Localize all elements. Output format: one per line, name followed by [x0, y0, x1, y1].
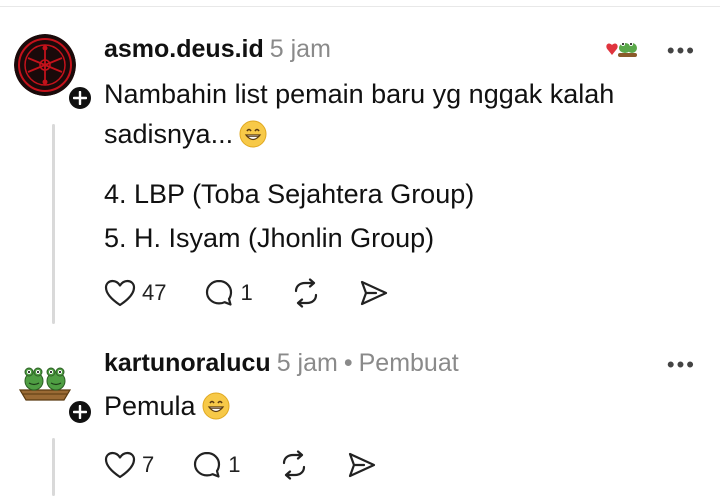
- heart-icon: [104, 451, 136, 479]
- send-icon: [360, 280, 387, 306]
- repost-icon: [282, 450, 305, 480]
- repost-button[interactable]: [279, 450, 309, 480]
- action-bar: 47 1: [104, 278, 427, 308]
- top-divider: [0, 6, 720, 7]
- reply-bubble-icon: [194, 451, 221, 478]
- like-count: 47: [142, 280, 167, 305]
- like-count: 7: [142, 452, 155, 477]
- list-item: 4. LBP (Toba Sejahtera Group): [104, 179, 475, 209]
- author-badge: Pembuat: [358, 349, 459, 377]
- repost-icon: [294, 278, 317, 308]
- grinning-emoji-icon: [202, 392, 230, 420]
- action-bar: 7 1: [104, 450, 415, 480]
- reply-button[interactable]: 1: [204, 278, 253, 308]
- post-kartunoralucu: kartunoralucu 5 jam • Pembuat ••• Pemula 7 …: [0, 338, 720, 496]
- post-text-content: Pemula: [104, 391, 196, 421]
- thread-line: [52, 438, 55, 496]
- more-options-icon[interactable]: •••: [667, 38, 696, 64]
- follow-button[interactable]: [66, 398, 94, 426]
- follow-button[interactable]: [66, 84, 94, 112]
- post-list: 4. LBP (Toba Sejahtera Group) 5. H. Isya…: [104, 172, 474, 260]
- reply-bubble-icon: [206, 279, 233, 306]
- avatar[interactable]: [14, 348, 76, 410]
- heart-frogs-icon: [604, 36, 638, 67]
- post-header: asmo.deus.id 5 jam: [104, 34, 331, 64]
- share-button[interactable]: [359, 279, 389, 307]
- avatar-container[interactable]: [14, 348, 94, 426]
- avatar-container[interactable]: [14, 34, 94, 112]
- like-button[interactable]: 47: [104, 279, 166, 307]
- like-button[interactable]: 7: [104, 451, 154, 479]
- timestamp: 5 jam: [276, 349, 338, 377]
- username[interactable]: asmo.deus.id: [104, 35, 264, 63]
- reply-button[interactable]: 1: [192, 450, 241, 480]
- avatar[interactable]: [14, 34, 76, 96]
- post-text: Nambahin list pemain baru yg nggak kalah…: [104, 74, 684, 154]
- more-options-icon[interactable]: •••: [667, 352, 696, 378]
- frogs-boat-icon: [14, 348, 76, 410]
- plus-icon: [73, 91, 87, 105]
- reply-count: 1: [228, 452, 241, 477]
- post-asmo-deus: asmo.deus.id 5 jam ••• Nambahin list pema…: [0, 24, 720, 324]
- thread-line: [52, 124, 55, 324]
- username[interactable]: kartunoralucu: [104, 349, 271, 377]
- timestamp: 5 jam: [269, 35, 331, 63]
- post-header: kartunoralucu 5 jam • Pembuat: [104, 348, 459, 378]
- share-button[interactable]: [347, 451, 377, 479]
- send-icon: [348, 452, 375, 478]
- post-text-content: Nambahin list pemain baru yg nggak kalah…: [104, 79, 615, 149]
- occult-seal-icon: [14, 34, 76, 96]
- separator-dot: •: [343, 349, 353, 377]
- plus-icon: [73, 405, 87, 419]
- list-item: 5. H. Isyam (Jhonlin Group): [104, 223, 435, 253]
- heart-icon: [104, 279, 136, 307]
- repost-button[interactable]: [291, 278, 321, 308]
- grinning-emoji-icon: [239, 120, 267, 148]
- reply-count: 1: [240, 280, 253, 305]
- post-text: Pemula: [104, 386, 230, 426]
